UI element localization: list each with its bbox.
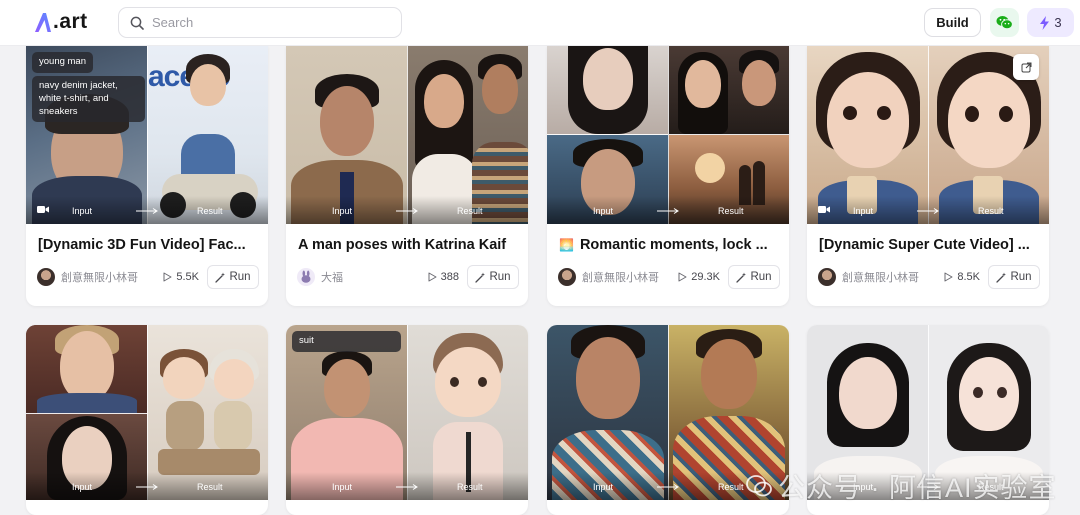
- result-label: Result: [978, 206, 1004, 216]
- wechat-official-account-icon: [746, 474, 772, 496]
- card-title[interactable]: A man poses with Katrina Kaif: [298, 237, 522, 253]
- card-thumbnail[interactable]: Input Result: [26, 325, 268, 500]
- wechat-button[interactable]: [990, 8, 1019, 37]
- view-count: 29.3K: [678, 271, 720, 283]
- wechat-icon: [996, 16, 1013, 30]
- input-label: Input: [853, 206, 874, 216]
- arrow-right-icon: [396, 484, 418, 490]
- magic-wand-icon: [736, 272, 747, 283]
- card-thumbnail[interactable]: Input Result: [547, 46, 789, 224]
- play-icon: [163, 272, 172, 282]
- top-header: .art Build 3: [0, 0, 1080, 46]
- play-icon: [428, 272, 437, 282]
- credits-button[interactable]: 3: [1027, 8, 1074, 37]
- video-icon: [818, 206, 830, 213]
- author-name[interactable]: 創意無限小林哥: [61, 269, 147, 285]
- prompt-tag: young man: [32, 52, 94, 73]
- magic-wand-icon: [215, 272, 226, 283]
- magic-wand-icon: [475, 272, 486, 283]
- play-icon: [678, 272, 687, 282]
- run-button[interactable]: Run: [467, 265, 519, 289]
- template-card[interactable]: Input Result A man poses with Katrina Ka…: [286, 46, 528, 306]
- search-box[interactable]: [118, 7, 402, 38]
- open-link-button[interactable]: [1013, 54, 1039, 80]
- external-link-icon: [1021, 62, 1031, 72]
- app-logo[interactable]: .art: [34, 10, 88, 34]
- search-input[interactable]: [152, 15, 382, 30]
- author-name[interactable]: 大福: [321, 269, 407, 285]
- result-label: Result: [457, 482, 483, 492]
- search-icon: [130, 16, 144, 30]
- logo-text: .art: [53, 10, 88, 33]
- card-meta: 創意無限小林哥 5.5K Run: [37, 264, 259, 290]
- card-meta: 大福 388 Run: [297, 264, 519, 290]
- template-card[interactable]: Input Result [Dynamic Super Cute Video] …: [807, 46, 1049, 306]
- card-title[interactable]: [Dynamic Super Cute Video] ...: [819, 237, 1043, 253]
- template-card[interactable]: acebo Input Result young man navy denim …: [26, 46, 268, 306]
- arrow-right-icon: [917, 208, 939, 214]
- run-button[interactable]: Run: [728, 265, 780, 289]
- result-label: Result: [718, 206, 744, 216]
- view-count: 5.5K: [163, 271, 199, 283]
- input-label: Input: [72, 482, 93, 492]
- sunset-emoji-icon: 🌅: [559, 238, 574, 252]
- template-card[interactable]: Input Result: [26, 325, 268, 515]
- input-label: Input: [72, 206, 93, 216]
- prompt-tag: navy denim jacket, white t-shirt, and sn…: [32, 76, 145, 123]
- result-label: Result: [197, 206, 223, 216]
- input-label: Input: [332, 206, 353, 216]
- video-icon: [37, 206, 49, 213]
- magic-wand-icon: [996, 272, 1007, 283]
- play-icon: [944, 272, 953, 282]
- prompt-tag: suit: [292, 331, 401, 352]
- result-label: Result: [718, 482, 744, 492]
- avatar[interactable]: [558, 268, 576, 286]
- bunny-icon: [301, 270, 311, 283]
- arrow-right-icon: [396, 208, 418, 214]
- build-button[interactable]: Build: [924, 8, 981, 37]
- input-label: Input: [332, 482, 353, 492]
- avatar[interactable]: [818, 268, 836, 286]
- result-label: Result: [197, 482, 223, 492]
- template-card[interactable]: Input Result 🌅 Romantic moments, lock ...…: [547, 46, 789, 306]
- watermark: 公众号 · 阿信AI实验室: [746, 466, 1057, 505]
- input-label: Input: [593, 482, 614, 492]
- input-label: Input: [593, 206, 614, 216]
- logo-mark-icon: [35, 13, 51, 32]
- card-title[interactable]: [Dynamic 3D Fun Video] Fac...: [38, 237, 262, 253]
- author-name[interactable]: 創意無限小林哥: [582, 269, 668, 285]
- avatar[interactable]: [297, 268, 315, 286]
- arrow-right-icon: [657, 208, 679, 214]
- result-label: Result: [457, 206, 483, 216]
- arrow-right-icon: [657, 484, 679, 490]
- card-thumbnail[interactable]: Input Result: [286, 46, 528, 224]
- view-count: 8.5K: [944, 271, 980, 283]
- card-meta: 創意無限小林哥 29.3K Run: [558, 264, 780, 290]
- lightning-icon: [1040, 15, 1050, 30]
- run-button[interactable]: Run: [207, 265, 259, 289]
- credits-count: 3: [1054, 15, 1062, 30]
- author-name[interactable]: 創意無限小林哥: [842, 269, 928, 285]
- template-card[interactable]: Input Result suit: [286, 325, 528, 515]
- arrow-right-icon: [136, 484, 158, 490]
- avatar[interactable]: [37, 268, 55, 286]
- run-button[interactable]: Run: [988, 265, 1040, 289]
- card-meta: 創意無限小林哥 8.5K Run: [818, 264, 1040, 290]
- arrow-right-icon: [136, 208, 158, 214]
- card-title[interactable]: 🌅 Romantic moments, lock ...: [559, 237, 783, 253]
- view-count: 388: [428, 271, 459, 283]
